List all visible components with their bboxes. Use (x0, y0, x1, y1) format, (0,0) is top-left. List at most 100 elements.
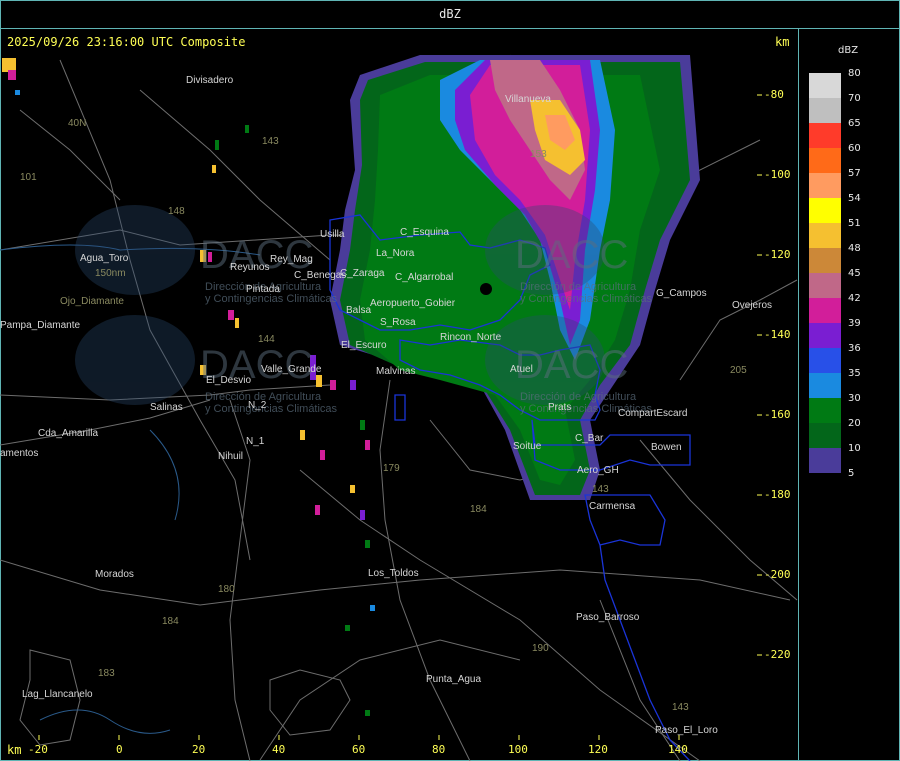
y-tick-label: -200 (764, 568, 791, 581)
legend-label: 57 (848, 168, 861, 179)
timestamp-label: 2025/09/26 23:16:00 UTC Composite (7, 35, 246, 49)
legend-label: 10 (848, 443, 861, 454)
y-tick-label: -140 (764, 328, 791, 341)
place-label: Malvinas (376, 366, 415, 377)
legend-label: 42 (848, 293, 861, 304)
legend-label: 48 (848, 243, 861, 254)
route-label: 143 (672, 702, 689, 713)
route-label: 179 (383, 463, 400, 474)
y-tick-label: -80 (764, 88, 784, 101)
y-tick-label: -220 (764, 648, 791, 661)
legend-swatch (809, 98, 841, 123)
place-label: El_Escuro (341, 340, 387, 351)
legend-label: 39 (848, 318, 861, 329)
legend-label: 45 (848, 268, 861, 279)
legend-swatch (809, 148, 841, 173)
place-label: La_Nora (376, 248, 415, 259)
x-tick-label: 20 (192, 743, 206, 756)
place-label: Los_Toldos (368, 568, 419, 579)
legend-swatch (809, 248, 841, 273)
place-label: Morados (95, 569, 134, 580)
place-label: 101 (20, 172, 37, 183)
x-unit-label: km (7, 743, 22, 757)
y-tick-label: -180 (764, 488, 791, 501)
place-label: Lag_Llancanelo (22, 689, 93, 700)
radar-map[interactable]: DACC DACC DACC DACC Dirección de Agricul… (0, 0, 900, 761)
place-label: Balsa (346, 305, 371, 316)
place-label: C_Algarrobal (395, 272, 453, 283)
place-label: 40N (68, 118, 86, 129)
legend-swatch (809, 173, 841, 198)
legend-swatch (809, 73, 841, 98)
legend-label: 80 (848, 68, 861, 79)
watermark-line-6: y Contingencias Climáticas (205, 403, 338, 415)
x-tick-label: 100 (508, 743, 528, 756)
place-label: Reyunos (230, 262, 269, 273)
place-label: Punta_Agua (426, 674, 481, 685)
legend-swatch (809, 298, 841, 323)
legend-swatch (809, 423, 841, 448)
legend-title: dBZ (838, 45, 859, 56)
legend-label: 20 (848, 418, 861, 429)
place-label: Aeropuerto_Gobier (370, 298, 456, 309)
place-label: N_2 (248, 400, 267, 411)
place-label: Salinas (150, 402, 183, 413)
place-label: Villanueva (505, 94, 551, 105)
legend-label: 54 (848, 193, 861, 204)
place-label: Pampa_Diamante (0, 320, 80, 331)
place-label: Paso_Barroso (576, 612, 640, 623)
legend-label: 5 (848, 468, 855, 479)
place-label: 150nm (95, 268, 126, 279)
place-label: Divisadero (186, 75, 234, 86)
route-label: 180 (218, 584, 235, 595)
y-tick-label: -160 (764, 408, 791, 421)
legend-swatch (809, 223, 841, 248)
y-tick-label: -120 (764, 248, 791, 261)
y-unit-label: km (775, 35, 790, 49)
y-tick-label: -100 (764, 168, 791, 181)
place-label: Rey_Mag (270, 254, 313, 265)
route-label: 144 (258, 334, 275, 345)
place-label: Pintada (246, 284, 280, 295)
x-tick-label: -20 (28, 743, 48, 756)
x-tick-label: 80 (432, 743, 446, 756)
place-label: Nihuil (218, 451, 243, 462)
x-tick-label: 0 (116, 743, 123, 756)
legend-swatch (809, 273, 841, 298)
route-label: 143 (592, 484, 609, 495)
place-label: El_Desvio (206, 375, 251, 386)
place-label: Cda_Amarilla (38, 428, 98, 439)
place-label: Carmensa (589, 501, 636, 512)
legend-swatch (809, 398, 841, 423)
place-label: Agua_Toro (80, 253, 129, 264)
place-label: Valle_Grande (261, 364, 322, 375)
legend-label: 51 (848, 218, 861, 229)
place-label: amentos (0, 448, 38, 459)
place-label: C_Benegas (294, 270, 346, 281)
place-label: C_Esquina (400, 227, 449, 238)
place-label: Rincon_Norte (440, 332, 502, 343)
x-tick-label: 40 (272, 743, 286, 756)
place-label: G_Campos (656, 288, 707, 299)
legend-label: 36 (848, 343, 861, 354)
place-label: Bowen (651, 442, 682, 453)
legend-swatch (809, 373, 841, 398)
watermark-line-3: Dirección de Agricultura (520, 281, 637, 293)
place-label: Ovejeros (732, 300, 772, 311)
place-label: Aero_GH (577, 465, 619, 476)
place-label: S_Rosa (380, 317, 416, 328)
place-label: Ojo_Diamante (60, 296, 124, 307)
place-label: N_1 (246, 436, 265, 447)
x-tick-label: 120 (588, 743, 608, 756)
legend-swatch (809, 123, 841, 148)
route-label: 184 (162, 616, 179, 627)
legend-label: 65 (848, 118, 861, 129)
place-label: Usilla (320, 229, 345, 240)
route-label: 153 (530, 149, 547, 160)
x-tick-label: 140 (668, 743, 688, 756)
legend-swatch (809, 198, 841, 223)
place-label: Soitue (513, 441, 542, 452)
legend-swatch (809, 448, 841, 473)
place-label: Prats (548, 402, 571, 413)
route-label: 183 (98, 668, 115, 679)
